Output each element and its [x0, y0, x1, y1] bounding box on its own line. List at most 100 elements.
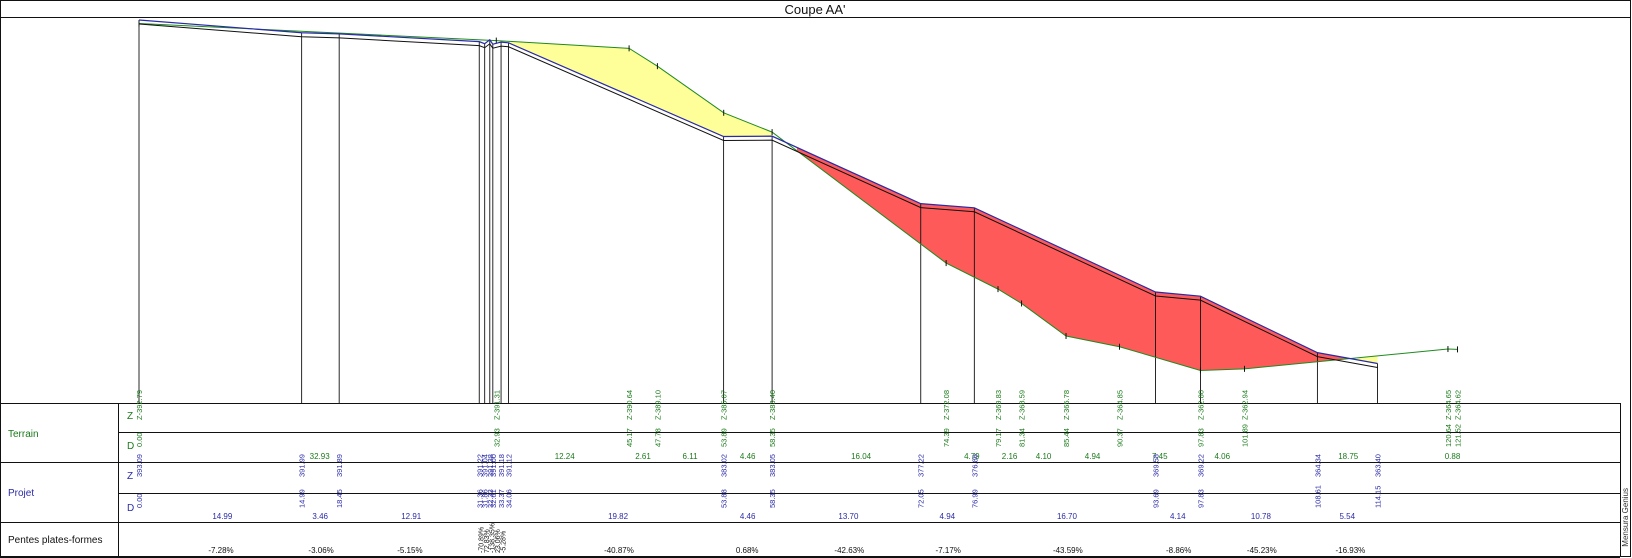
terrain-distance-7: 2.16	[1002, 452, 1018, 461]
projet-z-label-16: 363.40	[1374, 454, 1383, 477]
terrain-distance-8: 4.10	[1036, 452, 1052, 461]
projet-distance-8: 4.14	[1170, 512, 1186, 521]
projet-z-label-0: 393.09	[135, 454, 144, 477]
projet-d-label-12: 76.99	[970, 489, 979, 508]
terrain-z-label-10: Z-364.85	[1116, 390, 1125, 420]
projet-d-label-11: 72.05	[917, 489, 926, 508]
projet-d-label-2: 18.45	[335, 489, 344, 508]
projet-d-label-1: 14.99	[298, 489, 307, 508]
pente-4: 0.68%	[736, 546, 759, 555]
terrain-distance-3: 6.11	[683, 452, 699, 461]
terrain-row-label: Terrain	[8, 429, 39, 440]
terrain-z-label-0: Z-392.79	[135, 390, 144, 420]
projet-z-label-8: 391.12	[505, 454, 514, 477]
terrain-distance-13: 0.88	[1445, 452, 1461, 461]
terrain-z-label-3: Z-389.10	[653, 390, 662, 420]
cross-section-frame: Z-392.79 0.00 Z-391.31 32.93 Z-390.64 45.17 Z-…	[0, 0, 1632, 558]
projet-distance-9: 10.78	[1251, 512, 1272, 521]
terrain-d-label-3: 47.78	[653, 428, 662, 447]
projet-d-label-10: 58.35	[768, 489, 777, 508]
terrain-distance-11: 4.06	[1214, 452, 1230, 461]
pente-10: -16.93%	[1335, 546, 1365, 555]
terrain-d-label-12: 101.89	[1241, 424, 1250, 447]
projet-z-label-11: 377.22	[917, 454, 926, 477]
terrain-distance-12: 18.75	[1338, 452, 1359, 461]
terrain-d-label-5: 58.35	[768, 428, 777, 447]
terrain-distance-9: 4.94	[1085, 452, 1101, 461]
terrain-z-label-7: Z-369.83	[994, 390, 1003, 420]
pente-3: -40.87%	[604, 546, 634, 555]
terrain-z-label-14: Z-364.62	[1453, 390, 1462, 420]
terrain-d-label-0: 0.00	[135, 432, 144, 447]
projet-distance-0: 14.99	[212, 512, 233, 521]
pente-8: -8.86%	[1166, 546, 1191, 555]
projet-d-label-0: 0.00	[135, 493, 144, 508]
terrain-d-label-10: 90.37	[1116, 428, 1125, 447]
projet-z-label-12: 376.86	[970, 454, 979, 477]
terrain-z-label-12: Z-362.94	[1241, 390, 1250, 420]
projet-z-label-1: 391.99	[298, 454, 307, 477]
software-watermark: Mensura Genius	[1621, 488, 1630, 547]
terrain-line	[138, 22, 1458, 371]
terrain-z-label-2: Z-390.64	[625, 390, 634, 420]
projet-z-letter: Z	[127, 471, 134, 482]
terrain-z-label-6: Z-372.08	[942, 390, 951, 420]
projet-d-label-15: 108.61	[1313, 485, 1322, 508]
projet-d-label-13: 93.69	[1152, 489, 1161, 508]
cross-section-chart: Z-392.790.00Z-391.3132.93Z-390.6445.17Z-…	[0, 0, 1631, 558]
pente-5: -42.63%	[834, 546, 864, 555]
terrain-z-label-8: Z-368.59	[1018, 390, 1027, 420]
terrain-d-label-6: 74.39	[942, 428, 951, 447]
projet-z-label-10: 383.05	[768, 454, 777, 477]
projet-distance-2: 12.91	[401, 512, 422, 521]
terrain-d-label-13: 120.64	[1444, 424, 1453, 447]
projet-d-label-9: 53.88	[720, 489, 729, 508]
terrain-z-label-1: Z-391.31	[492, 390, 501, 420]
pente-cluster-4: -5.28%	[500, 531, 507, 553]
projet-row-label: Projet	[8, 488, 35, 499]
terrain-distance-4: 4.46	[740, 452, 756, 461]
terrain-distance-0: 32.93	[310, 452, 331, 461]
projet-distance-1: 3.46	[312, 512, 328, 521]
projet-distance-7: 16.70	[1057, 512, 1078, 521]
terrain-z-label-11: Z-362.80	[1196, 390, 1205, 420]
terrain-d-letter: D	[127, 441, 135, 452]
terrain-d-label-8: 81.34	[1018, 428, 1027, 447]
projet-d-letter: D	[127, 503, 135, 514]
projet-z-label-13: 369.58	[1152, 454, 1161, 477]
terrain-z-label-13: Z-364.65	[1444, 390, 1453, 420]
terrain-distance-2: 2.61	[635, 452, 651, 461]
pente-1: -3.06%	[308, 546, 333, 555]
projet-z-label-14: 369.22	[1196, 454, 1205, 477]
outer-border	[0, 0, 1631, 557]
projet-d-label-8: 34.06	[505, 489, 514, 508]
terrain-d-label-9: 85.44	[1062, 428, 1071, 447]
terrain-d-label-2: 45.17	[625, 428, 634, 447]
projet-z-label-9: 383.02	[720, 454, 729, 477]
terrain-d-label-7: 79.17	[994, 428, 1003, 447]
projet-distance-3: 19.82	[608, 512, 629, 521]
pente-2: -5.15%	[397, 546, 422, 555]
pente-0: -7.28%	[208, 546, 233, 555]
projet-d-label-14: 97.83	[1196, 489, 1205, 508]
pente-7: -43.59%	[1053, 546, 1083, 555]
projet-d-label-16: 114.15	[1374, 486, 1383, 508]
terrain-z-letter: Z	[127, 411, 134, 422]
terrain-d-label-14: 121.52	[1453, 424, 1462, 447]
terrain-d-label-11: 97.83	[1196, 428, 1205, 447]
pentes-row-label: Pentes plates-formes	[8, 535, 103, 546]
terrain-distance-5: 16.04	[851, 452, 872, 461]
projet-z-label-15: 364.34	[1313, 454, 1322, 477]
terrain-d-label-1: 32.93	[492, 428, 501, 447]
terrain-d-label-4: 53.89	[720, 428, 729, 447]
projet-distance-4: 4.46	[740, 512, 756, 521]
projet-distance-10: 5.54	[1339, 512, 1355, 521]
terrain-z-label-4: Z-385.07	[720, 390, 729, 420]
projet-z-label-2: 391.89	[335, 454, 344, 477]
terrain-z-label-5: Z-383.40	[768, 390, 777, 420]
chart-title: Coupe AA'	[784, 2, 846, 17]
pente-9: -45.23%	[1247, 546, 1277, 555]
projet-distance-6: 4.94	[940, 512, 956, 521]
terrain-z-label-9: Z-365.78	[1062, 390, 1071, 420]
terrain-distance-1: 12.24	[555, 452, 576, 461]
